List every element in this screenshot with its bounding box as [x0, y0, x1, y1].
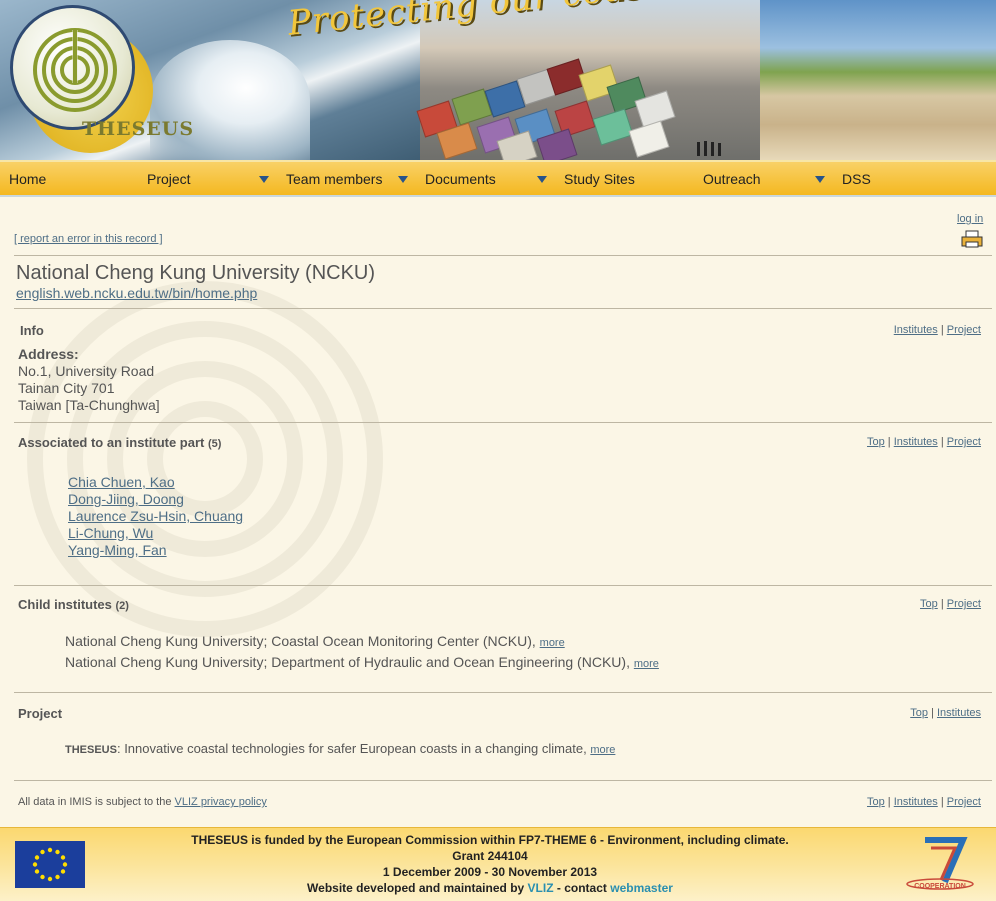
chevron-down-icon[interactable]	[398, 176, 408, 183]
fp7-logo: COOPERATION	[905, 834, 975, 894]
project-heading: Project	[18, 706, 63, 721]
more-link[interactable]: more	[634, 658, 659, 670]
more-link[interactable]: more	[540, 637, 565, 649]
cliff-image	[760, 0, 996, 160]
institutes-link[interactable]: Institutes	[937, 707, 981, 719]
eu-flag-icon	[15, 841, 85, 888]
chevron-down-icon[interactable]	[259, 176, 269, 183]
header-banner: THESEUS Protecting our coasts	[0, 0, 996, 160]
nav-dss[interactable]: DSS	[842, 162, 871, 197]
maintainer-line: Website developed and maintained by VLIZ…	[307, 881, 673, 895]
person-link[interactable]: Dong-Jiing, Doong	[68, 491, 243, 508]
institutes-link[interactable]: Institutes	[894, 324, 938, 336]
address-block: Address: No.1, University Road Tainan Ci…	[18, 346, 160, 414]
nav-project[interactable]: Project	[147, 162, 191, 197]
project-section-links: Top | Institutes	[910, 707, 981, 719]
associated-heading: Associated to an institute part (5)	[18, 435, 221, 450]
footer: THESEUS is funded by the European Commis…	[0, 827, 996, 901]
top-link[interactable]: Top	[867, 796, 885, 808]
page-title: National Cheng Kung University (NCKU)	[16, 262, 376, 284]
labyrinth-icon	[33, 28, 117, 112]
privacy-policy-link[interactable]: VLIZ privacy policy	[175, 796, 267, 808]
vliz-link[interactable]: VLIZ	[528, 881, 554, 895]
person-link[interactable]: Laurence Zsu-Hsin, Chuang	[68, 508, 243, 525]
login-link[interactable]: log in	[957, 213, 983, 225]
grant-line: Grant 244104	[452, 849, 528, 863]
child-institute-name: National Cheng Kung University; Coastal …	[65, 633, 532, 649]
list-item: National Cheng Kung University; Coastal …	[65, 633, 565, 649]
institutes-link[interactable]: Institutes	[894, 796, 938, 808]
people-list: Chia Chuen, Kao Dong-Jiing, Doong Lauren…	[68, 474, 243, 559]
main-content: [ report an error in this record ] log i…	[5, 199, 996, 827]
associated-count: (5)	[208, 438, 222, 450]
info-section-links: Institutes | Project	[893, 324, 981, 336]
project-entry: THESEUS: Innovative coastal technologies…	[65, 741, 615, 756]
footer-text: THESEUS is funded by the European Commis…	[190, 832, 790, 896]
nav-home[interactable]: Home	[9, 162, 46, 197]
bottom-section-links: Top | Institutes | Project	[867, 796, 981, 808]
child-institute-name: National Cheng Kung University; Departme…	[65, 654, 627, 670]
funding-line: THESEUS is funded by the European Commis…	[191, 833, 789, 847]
associated-heading-text: Associated to an institute part	[18, 435, 205, 450]
wave-image	[150, 40, 310, 160]
logo-text: THESEUS	[82, 118, 195, 140]
project-link[interactable]: Project	[947, 324, 981, 336]
nav-team-members[interactable]: Team members	[286, 162, 382, 197]
webmaster-link[interactable]: webmaster	[610, 881, 673, 895]
nav-documents[interactable]: Documents	[425, 162, 496, 197]
privacy-notice: All data in IMIS is subject to the VLIZ …	[18, 796, 267, 808]
more-link[interactable]: more	[590, 744, 615, 756]
dates-line: 1 December 2009 - 30 November 2013	[382, 865, 598, 879]
child-section-links: Top | Project	[920, 598, 981, 610]
address-line: Tainan City 701	[18, 380, 115, 396]
associated-section-links: Top | Institutes | Project	[867, 436, 981, 448]
info-heading: Info	[20, 323, 44, 338]
printer-icon[interactable]	[961, 230, 983, 253]
fp7-label: COOPERATION	[914, 883, 966, 890]
report-error-link[interactable]: [ report an error in this record ]	[14, 233, 163, 245]
chevron-down-icon[interactable]	[537, 176, 547, 183]
person-link[interactable]: Chia Chuen, Kao	[68, 474, 243, 491]
list-item: National Cheng Kung University; Departme…	[65, 654, 659, 670]
project-description: : Innovative coastal technologies for sa…	[116, 741, 587, 756]
institutes-link[interactable]: Institutes	[894, 436, 938, 448]
walkers-image	[695, 138, 725, 158]
child-institutes-heading: Child institutes (2)	[18, 597, 129, 612]
top-link[interactable]: Top	[920, 598, 938, 610]
nav-study-sites[interactable]: Study Sites	[564, 162, 635, 197]
top-link[interactable]: Top	[867, 436, 885, 448]
project-link[interactable]: Project	[947, 796, 981, 808]
child-institutes-count: (2)	[115, 600, 129, 612]
address-line: Taiwan [Ta-Chunghwa]	[18, 397, 160, 413]
institute-url-link[interactable]: english.web.ncku.edu.tw/bin/home.php	[16, 285, 257, 301]
top-link[interactable]: Top	[910, 707, 928, 719]
child-institutes-heading-text: Child institutes	[18, 597, 112, 612]
project-link[interactable]: Project	[947, 598, 981, 610]
person-link[interactable]: Yang-Ming, Fan	[68, 542, 243, 559]
child-institutes-list: National Cheng Kung University; Coastal …	[65, 632, 659, 674]
concrete-blocks-image	[400, 55, 720, 160]
address-label: Address:	[18, 346, 79, 362]
theseus-logo[interactable]	[10, 5, 135, 130]
chevron-down-icon[interactable]	[815, 176, 825, 183]
address-line: No.1, University Road	[18, 363, 155, 379]
nav-outreach[interactable]: Outreach	[703, 162, 761, 197]
project-link[interactable]: Project	[947, 436, 981, 448]
project-acronym: THESEUS	[65, 744, 117, 756]
main-nav: Home Project Team members Documents Stud…	[0, 160, 996, 197]
person-link[interactable]: Li-Chung, Wu	[68, 525, 243, 542]
privacy-text: All data in IMIS is subject to the	[18, 796, 172, 808]
